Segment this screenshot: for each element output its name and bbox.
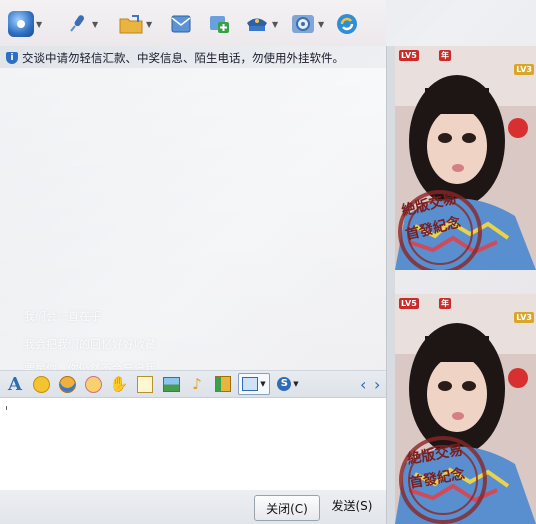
picture-icon [162,376,180,392]
security-notice-text: 交谈中请勿轻信汇款、中奖信息、陌生电话，勿使用外挂软件。 [22,51,344,65]
chevron-down-icon[interactable]: ▼ [293,380,298,388]
gear-icon [290,11,316,37]
format-toolbar: A ✋ ♪ ▼ S ▼ ‹ › [0,370,386,397]
chat-history[interactable]: 我们会一直在乎 我会把我们的回忆好好收藏 要是你...你仍然不会忘记我 [0,68,386,375]
level-badge: LV5 [399,50,419,61]
image-button[interactable] [160,374,182,394]
chevron-down-icon[interactable]: ▼ [318,20,324,29]
watermark-text: 我们会一直在乎 [24,310,101,323]
group-button[interactable]: ▼ [244,8,278,40]
video-call-button[interactable]: ▼ [8,8,42,40]
pencil-icon [137,375,153,393]
chevron-down-icon[interactable]: ▼ [272,20,278,29]
app-button[interactable] [206,8,232,40]
contact-photo-bottom: LV5 年 LV3 絶版交易 首發紀念 [395,294,536,524]
font-button[interactable]: A [4,373,26,395]
mail-icon [168,11,194,37]
send-button[interactable]: 发送(S) [322,493,382,517]
security-notice: i 交谈中请勿轻信汇款、中奖信息、陌生电话，勿使用外挂软件。 [6,50,386,66]
smiley-icon [32,375,50,393]
voice-call-button[interactable]: ▼ [64,8,98,40]
panel-splitter[interactable] [386,46,395,524]
note-button[interactable] [134,374,156,394]
year-badge: 年 [439,50,451,61]
hand-icon: ✋ [109,375,129,393]
sogou-icon: S [277,377,292,391]
chevron-down-icon[interactable]: ▼ [36,20,42,29]
magic-face-icon [58,375,76,393]
corner-badge: LV3 [514,64,534,75]
refresh-button[interactable] [334,8,360,40]
microphone-icon [64,11,90,37]
level-badge: LV5 [399,298,419,309]
webcam-icon [8,11,34,37]
corner-badge: LV3 [514,312,534,323]
main-toolbar: ▼ ▼ ▼ ▼ ▼ [0,0,386,46]
watermark-text: 我会把我们的回忆好好收藏 [24,338,156,351]
message-input[interactable] [0,397,386,491]
text-cursor [6,406,7,410]
folder-icon [118,11,144,37]
emoji-button[interactable] [30,374,52,394]
police-hat-icon [244,11,270,37]
scroll-right-button[interactable]: › [374,375,380,394]
gift-button[interactable] [212,374,234,394]
vibrate-button[interactable]: ✋ [108,374,130,394]
chevron-down-icon[interactable]: ▼ [146,20,152,29]
settings-button[interactable]: ▼ [290,8,324,40]
sogou-button[interactable]: S ▼ [274,374,302,394]
music-icon: ♪ [192,375,202,393]
doodle-icon [84,375,102,393]
screenshot-icon [242,377,259,391]
music-button[interactable]: ♪ [186,374,208,394]
send-mail-button[interactable] [168,8,194,40]
magic-emoji-button[interactable] [56,374,78,394]
doodle-button[interactable] [82,374,104,394]
refresh-icon [334,11,360,37]
gift-icon [215,376,231,392]
chevron-down-icon[interactable]: ▼ [92,20,98,29]
year-badge: 年 [439,298,451,309]
chevron-down-icon[interactable]: ▼ [260,380,265,388]
contact-photo-top: LV5 年 LV3 絶版交易 首發紀念 [395,46,536,270]
add-app-icon [206,11,232,37]
close-button[interactable]: 关闭(C) [254,495,320,521]
scroll-left-button[interactable]: ‹ [360,375,366,394]
shield-icon: i [6,52,18,64]
send-file-button[interactable]: ▼ [118,8,152,40]
screenshot-button[interactable]: ▼ [238,373,270,395]
font-icon: A [8,373,22,395]
bottom-bar: 关闭(C) 发送(S) [0,490,386,524]
